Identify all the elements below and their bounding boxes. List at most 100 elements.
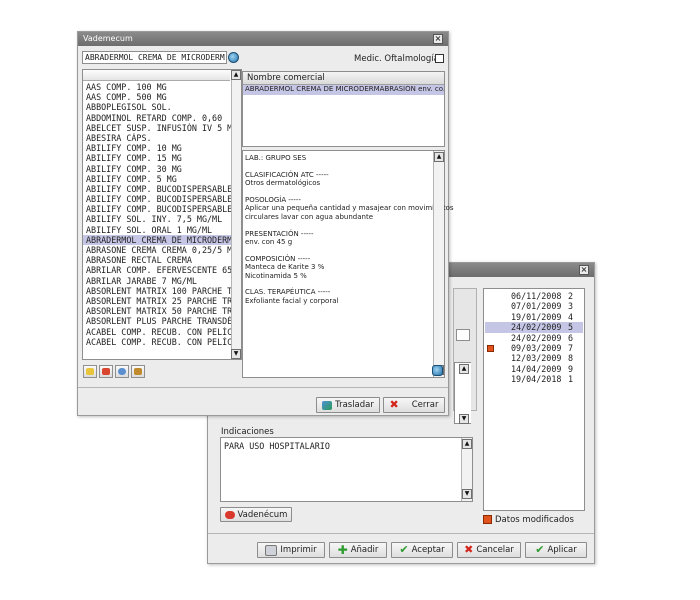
- list-item[interactable]: ABESIRA CÁPS.: [83, 133, 231, 143]
- imprimir-button[interactable]: Imprimir: [257, 542, 325, 558]
- date-number: 1: [568, 374, 574, 385]
- scroll-down-button[interactable]: ▼: [459, 414, 469, 424]
- ophthalmology-checkbox[interactable]: [435, 54, 444, 63]
- list-item[interactable]: AAS COMP. 100 MG: [83, 82, 231, 92]
- date-number: 4: [568, 311, 574, 322]
- cross-icon: ✖: [389, 398, 399, 411]
- cerrar-button[interactable]: ✖ Cerrar: [383, 397, 445, 413]
- indicaciones-label: Indicaciones: [221, 427, 274, 437]
- modified-legend-swatch: [483, 515, 492, 524]
- list-item[interactable]: ABDOMINOL RETARD COMP. 0,60: [83, 113, 231, 123]
- anadir-button[interactable]: ✚ Añadir: [329, 542, 387, 558]
- list-item[interactable]: ABRADERMOL CREMA DE MICRODERM...: [83, 234, 231, 245]
- indicaciones-textarea[interactable]: PARA USO HOSPITALARIO ▲ ▼: [220, 437, 473, 502]
- bottle-icon[interactable]: [99, 365, 113, 378]
- list-item[interactable]: ABSORLENT MATRIX 25 PARCHE TRA...: [83, 296, 231, 306]
- indicaciones-text: PARA USO HOSPITALARIO: [224, 441, 330, 451]
- ophthalmology-checkbox-label: Medic. Oftalmología: [354, 54, 439, 64]
- list-item[interactable]: ABILIFY COMP. 5 MG: [83, 174, 231, 184]
- list-item[interactable]: 19/04/2018 1: [485, 374, 583, 384]
- plus-icon: ✚: [337, 543, 348, 557]
- details-scrollbar[interactable]: [433, 151, 444, 377]
- bottom-separator: [78, 387, 448, 388]
- aplicar-button[interactable]: ✔ Aplicar: [525, 542, 587, 558]
- scroll-up-button[interactable]: ▲: [459, 364, 469, 374]
- pill-filter-icon[interactable]: [83, 365, 97, 378]
- search-input[interactable]: ABRADERMOL CREMA DE MICRODERMA: [82, 51, 227, 64]
- modified-flag-icon: [487, 344, 494, 352]
- list-item[interactable]: 07/01/2009 3: [485, 301, 583, 311]
- detail-line: CLASIFICACIÓN ATC -----: [245, 170, 329, 179]
- commercial-name-table[interactable]: Nombre comercial ABRADERMOL CREMA DE MIC…: [242, 71, 445, 147]
- list-item[interactable]: 12/03/2009 8: [485, 353, 583, 363]
- list-item[interactable]: ABILIFY COMP. BUCODISPERSABLE 1...: [83, 184, 231, 194]
- table-row[interactable]: ABRADERMOL CREMA DE MICRODERMABRASIÓN en…: [243, 85, 444, 96]
- refresh-icon[interactable]: [115, 365, 129, 378]
- list-item[interactable]: 24/02/2009 5: [485, 322, 583, 333]
- list-item[interactable]: ABILIFY SOL. ORAL 1 MG/ML: [83, 225, 231, 235]
- scroll-up-button[interactable]: ▲: [231, 70, 241, 80]
- scroll-up-button[interactable]: ▲: [434, 152, 444, 162]
- list-item[interactable]: ABILIFY COMP. 15 MG: [83, 153, 231, 163]
- scroll-up-button[interactable]: ▲: [462, 439, 472, 449]
- detail-line: CLAS. TERAPÉUTICA -----: [245, 288, 331, 297]
- vademecum-button-label: Vadenécum: [237, 509, 288, 520]
- list-item[interactable]: ABILIFY COMP. 10 MG: [83, 143, 231, 153]
- scroll-down-button[interactable]: ▼: [462, 489, 472, 499]
- list-item[interactable]: ABILIFY SOL. INY. 7,5 MG/ML: [83, 214, 231, 224]
- list-item[interactable]: ABSORLENT MATRIX 100 PARCHE TRA...: [83, 286, 231, 296]
- cerrar-label: Cerrar: [411, 400, 439, 410]
- list-item[interactable]: ABSORLENT MATRIX 50 PARCHE TRA...: [83, 306, 231, 316]
- date-value: 24/02/2009: [511, 332, 562, 343]
- list-item[interactable]: AAS COMP. 500 MG: [83, 92, 231, 102]
- detail-line: Manteca de Karite 3 %: [245, 263, 325, 272]
- detail-line: PRESENTACIÓN -----: [245, 229, 314, 238]
- close-icon[interactable]: ×: [579, 265, 589, 275]
- list-item[interactable]: ABRASONE CREMA CREMA 0,25/5 MG: [83, 245, 231, 255]
- trasladar-button[interactable]: Trasladar: [316, 397, 380, 413]
- list-item[interactable]: ACABEL COMP. RECUB. CON PELÍCUL...: [83, 327, 231, 337]
- aceptar-label: Aceptar: [411, 545, 445, 555]
- list-item[interactable]: 06/11/2008 2: [485, 291, 583, 301]
- dates-list[interactable]: 06/11/2008 2 07/01/2009 3 19/01/2009 4 24/02/2…: [483, 288, 585, 511]
- list-item[interactable]: 19/01/2009 4: [485, 312, 583, 322]
- vademecum-window: Vademecum × ABRADERMOL CREMA DE MICRODER…: [77, 31, 454, 416]
- list-item[interactable]: ABILIFY COMP. BUCODISPERSABLE 1...: [83, 194, 231, 204]
- details-panel[interactable]: LAB.: GRUPO SES CLASIFICACIÓN ATC ----- Ot…: [242, 150, 454, 378]
- search-icon[interactable]: [228, 52, 239, 63]
- date-number: 7: [568, 342, 574, 353]
- list-item[interactable]: ABELCET SUSP. INFUSIÓN IV 5 MG/ML: [83, 123, 231, 133]
- vademecum-button[interactable]: Vadenécum: [220, 507, 292, 522]
- cancelar-button[interactable]: ✖ Cancelar: [457, 542, 521, 558]
- list-item[interactable]: ABSORLENT PLUS PARCHE TRANSDÉ...: [83, 316, 231, 326]
- date-value: 07/01/2009: [511, 301, 562, 312]
- info-icon[interactable]: [432, 365, 443, 376]
- drug-list-scrollbar[interactable]: [231, 70, 241, 359]
- detail-line: circulares lavar con agua abundante: [245, 212, 374, 221]
- cross-icon: ✖: [464, 543, 474, 556]
- bottom-separator: [208, 533, 594, 534]
- hidden-input-fragment[interactable]: [456, 329, 470, 341]
- list-item[interactable]: ABBOPLEGISOL SOL.: [83, 102, 231, 112]
- scroll-down-button[interactable]: ▼: [231, 349, 241, 359]
- date-value: 12/03/2009: [511, 353, 562, 364]
- list-item[interactable]: ACABEL COMP. RECUB. CON PELÍCUL...: [83, 337, 231, 347]
- detail-line: [245, 188, 431, 196]
- list-item[interactable]: 09/03/2009 7: [485, 343, 583, 353]
- close-icon[interactable]: ×: [433, 34, 443, 44]
- list-item[interactable]: ABRILAR JARABE 7 MG/ML: [83, 276, 231, 286]
- date-number: 6: [568, 332, 574, 343]
- graduation-icon[interactable]: [131, 365, 145, 378]
- detail-line: [245, 162, 431, 170]
- list-item[interactable]: 24/02/2009 6: [485, 333, 583, 343]
- date-value: 06/11/2008: [511, 291, 562, 301]
- list-item[interactable]: ABRASONE RECTAL CREMA: [83, 255, 231, 265]
- list-item[interactable]: ABILIFY COMP. 30 MG: [83, 164, 231, 174]
- list-item[interactable]: 14/04/2009 9: [485, 364, 583, 374]
- drug-list[interactable]: AAS COMP. 100 MG AAS COMP. 500 MG ABBOPLEG…: [82, 69, 242, 360]
- list-item[interactable]: ABRILAR COMP. EFERVESCENTE 65 MG: [83, 265, 231, 275]
- printer-icon: [265, 544, 278, 556]
- detail-line: Nicotinamida 5 %: [245, 271, 307, 280]
- aceptar-button[interactable]: ✔ Aceptar: [391, 542, 453, 558]
- list-item[interactable]: ABILIFY COMP. BUCODISPERSABLE 3...: [83, 204, 231, 214]
